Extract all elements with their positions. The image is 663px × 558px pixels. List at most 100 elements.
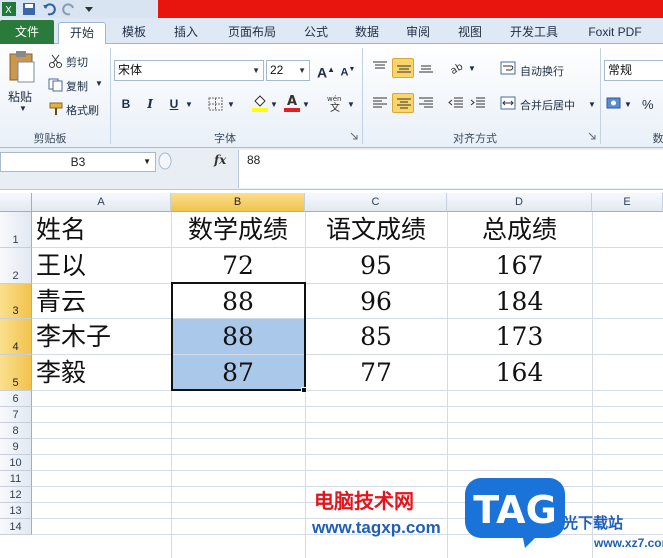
dialog-launcher-icon[interactable] xyxy=(588,132,596,140)
tab-template[interactable]: 模板 xyxy=(114,22,154,44)
tab-review[interactable]: 审阅 xyxy=(398,22,438,44)
cell-a5[interactable]: 李毅 xyxy=(36,356,86,390)
customize-toolbar-icon[interactable] xyxy=(82,2,96,16)
copy-icon[interactable] xyxy=(48,78,64,92)
column-header-a[interactable]: A xyxy=(32,193,171,212)
dialog-launcher-icon[interactable] xyxy=(350,132,358,140)
decrease-indent-icon[interactable] xyxy=(448,96,464,110)
redo-icon[interactable] xyxy=(62,2,76,16)
copy-dropdown-icon[interactable]: ▼ xyxy=(95,79,103,88)
column-header-e[interactable]: E xyxy=(592,193,663,212)
cell-a4[interactable]: 李木子 xyxy=(36,320,111,354)
row-header[interactable]: 9 xyxy=(0,439,32,455)
formula-bar-splitter-icon[interactable] xyxy=(158,152,172,170)
tab-home[interactable]: 开始 xyxy=(58,22,106,45)
row-header[interactable]: 13 xyxy=(0,503,32,519)
copy-button[interactable]: 复制 xyxy=(66,78,88,94)
number-format-select[interactable]: 常规 xyxy=(604,60,663,81)
paste-button[interactable]: 粘贴 xyxy=(8,88,32,105)
tab-foxit-pdf[interactable]: Foxit PDF xyxy=(580,22,650,44)
tab-file[interactable]: 文件 xyxy=(0,20,54,44)
tab-view[interactable]: 视图 xyxy=(450,22,490,44)
undo-icon[interactable] xyxy=(42,2,56,16)
formula-input[interactable]: 88 xyxy=(238,150,663,188)
cell-a3[interactable]: 青云 xyxy=(36,285,86,319)
save-icon[interactable] xyxy=(22,2,36,16)
cut-button[interactable]: 剪切 xyxy=(66,54,88,70)
tab-page-layout[interactable]: 页面布局 xyxy=(222,22,282,44)
select-all-button[interactable] xyxy=(0,193,32,212)
cell-d1[interactable]: 总成绩 xyxy=(447,213,592,247)
column-header-d[interactable]: D xyxy=(447,193,592,212)
tab-insert[interactable]: 插入 xyxy=(166,22,206,44)
tab-formulas[interactable]: 公式 xyxy=(296,22,336,44)
row-header[interactable]: 6 xyxy=(0,391,32,407)
orientation-dropdown-icon[interactable]: ▼ xyxy=(468,64,476,73)
align-bottom-icon[interactable] xyxy=(418,60,434,74)
fill-color-icon[interactable] xyxy=(252,94,268,112)
cell-d5[interactable]: 164 xyxy=(447,356,592,390)
row-header[interactable]: 4 xyxy=(0,319,32,355)
font-color-icon[interactable]: A xyxy=(284,93,300,112)
align-right-icon[interactable] xyxy=(418,96,434,110)
fill-color-dropdown-icon[interactable]: ▼ xyxy=(270,100,278,109)
wrap-text-button[interactable]: 自动换行 xyxy=(520,63,564,79)
font-name-select[interactable]: 宋体 ▼ xyxy=(114,60,264,81)
cell-c1[interactable]: 语文成绩 xyxy=(305,213,447,247)
decrease-font-size-icon[interactable]: A▼ xyxy=(338,60,358,80)
tab-developer[interactable]: 开发工具 xyxy=(503,22,565,44)
cell-c4[interactable]: 85 xyxy=(305,320,447,354)
row-header[interactable]: 3 xyxy=(0,284,32,319)
percent-style-button[interactable]: % xyxy=(642,97,654,112)
align-center-button[interactable] xyxy=(392,93,414,113)
cut-icon[interactable] xyxy=(48,54,64,68)
accounting-format-icon[interactable] xyxy=(606,96,622,110)
align-top-icon[interactable] xyxy=(372,60,388,74)
paste-dropdown-icon[interactable]: ▼ xyxy=(19,104,27,113)
increase-font-size-icon[interactable]: A▲ xyxy=(316,60,336,81)
borders-icon[interactable] xyxy=(208,97,224,111)
increase-indent-icon[interactable] xyxy=(470,96,486,110)
name-box[interactable]: B3 ▼ xyxy=(0,152,156,172)
row-header[interactable]: 12 xyxy=(0,487,32,503)
cell-a2[interactable]: 王以 xyxy=(36,249,86,283)
format-painter-icon[interactable] xyxy=(48,102,64,116)
borders-dropdown-icon[interactable]: ▼ xyxy=(227,100,235,109)
accounting-dropdown-icon[interactable]: ▼ xyxy=(624,100,632,109)
italic-button[interactable]: I xyxy=(140,94,160,114)
cell-c2[interactable]: 95 xyxy=(305,249,447,283)
merge-center-button[interactable]: 合并后居中 xyxy=(520,97,575,113)
column-header-b[interactable]: B xyxy=(171,193,305,212)
cell-d2[interactable]: 167 xyxy=(447,249,592,283)
tab-data[interactable]: 数据 xyxy=(347,22,387,44)
row-header[interactable]: 1 xyxy=(0,212,32,248)
paste-icon[interactable] xyxy=(8,50,36,84)
cell-c5[interactable]: 77 xyxy=(305,356,447,390)
align-middle-button[interactable] xyxy=(392,58,414,78)
row-header[interactable]: 10 xyxy=(0,455,32,471)
row-header[interactable]: 11 xyxy=(0,471,32,487)
row-header[interactable]: 8 xyxy=(0,423,32,439)
insert-function-button[interactable]: fx xyxy=(214,153,226,167)
row-header[interactable]: 14 xyxy=(0,519,32,535)
column-header-c[interactable]: C xyxy=(305,193,447,212)
cell-b1[interactable]: 数学成绩 xyxy=(171,213,305,247)
underline-dropdown-icon[interactable]: ▼ xyxy=(185,100,193,109)
merge-dropdown-icon[interactable]: ▼ xyxy=(588,100,596,109)
align-left-icon[interactable] xyxy=(372,96,388,110)
row-header[interactable]: 2 xyxy=(0,248,32,284)
merge-center-icon[interactable] xyxy=(500,96,516,110)
row-header[interactable]: 7 xyxy=(0,407,32,423)
font-size-select[interactable]: 22 ▼ xyxy=(266,60,310,81)
orientation-icon[interactable]: ab xyxy=(450,60,466,74)
underline-button[interactable]: U xyxy=(164,94,184,114)
phonetic-icon[interactable]: wén文 xyxy=(326,94,346,112)
cell-b2[interactable]: 72 xyxy=(171,249,305,283)
cell-d4[interactable]: 173 xyxy=(447,320,592,354)
format-painter-button[interactable]: 格式刷 xyxy=(66,102,99,118)
cell-d3[interactable]: 184 xyxy=(447,285,592,319)
cell-c3[interactable]: 96 xyxy=(305,285,447,319)
bold-button[interactable]: B xyxy=(116,94,136,114)
cell-a1[interactable]: 姓名 xyxy=(36,213,86,247)
wrap-text-icon[interactable] xyxy=(500,61,516,75)
